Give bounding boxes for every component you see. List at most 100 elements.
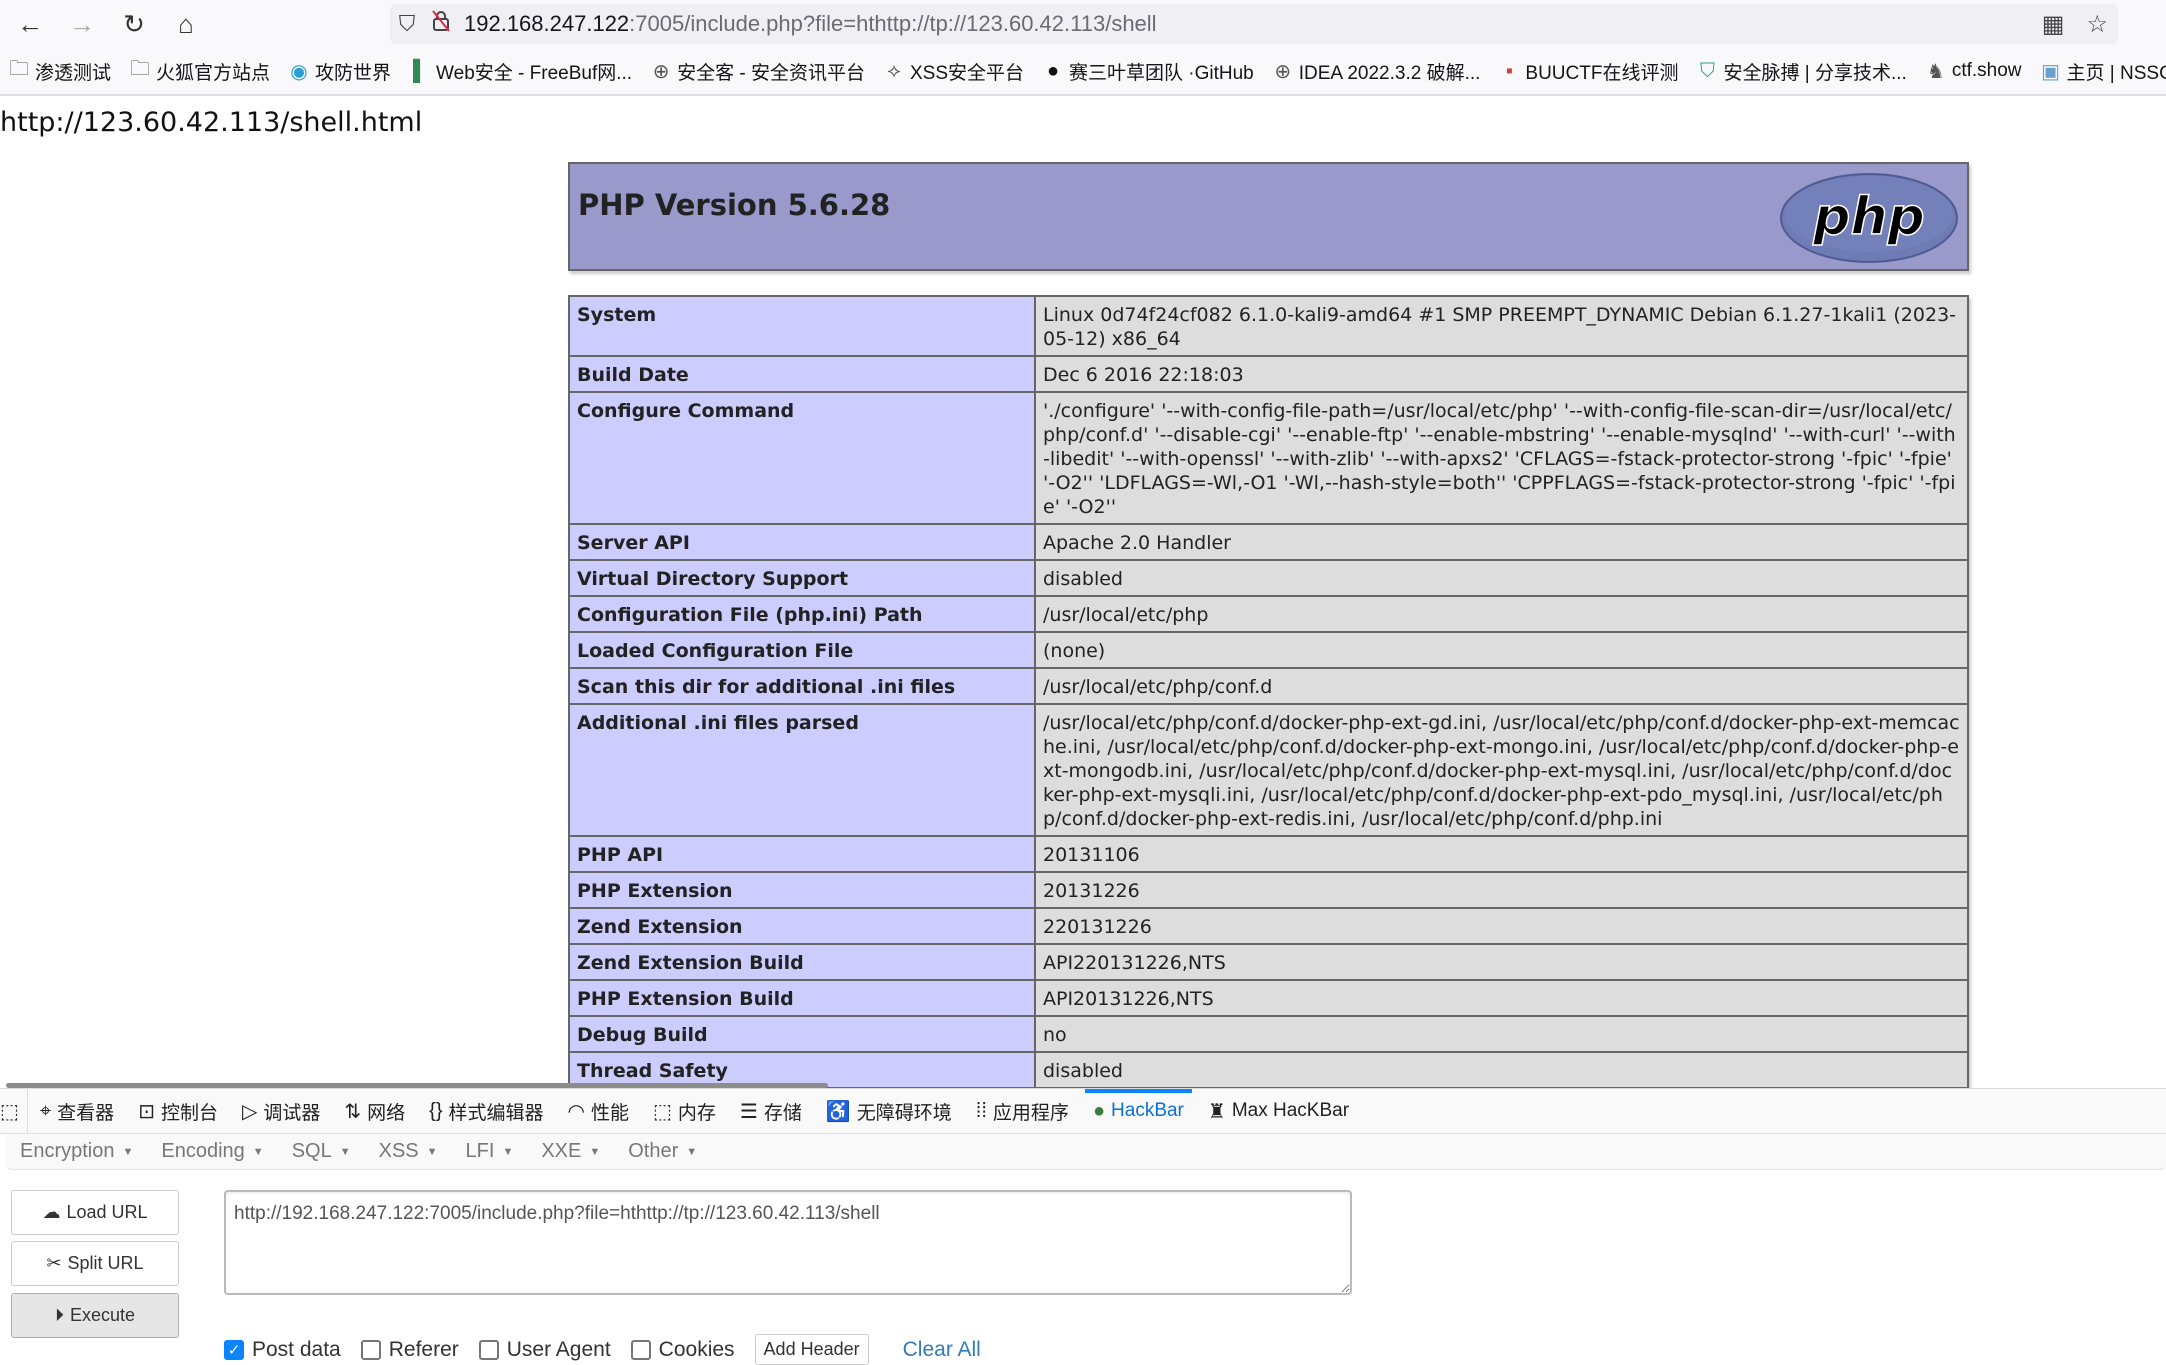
devtools-tab-icon: ♿ bbox=[825, 1100, 851, 1123]
info-row: Scan this dir for additional .ini files /… bbox=[568, 667, 1969, 705]
bookmark-item[interactable]: ⊕ IDEA 2022.3.2 破解... bbox=[1272, 58, 1481, 85]
split-url-label: Split URL bbox=[67, 1253, 144, 1273]
scissors-icon: ✂ bbox=[46, 1253, 62, 1273]
back-arrow-icon: ← bbox=[17, 8, 43, 39]
insecure-lock-icon[interactable] bbox=[424, 9, 458, 39]
checkbox-unchecked-icon[interactable] bbox=[630, 1339, 651, 1360]
devtools-tab[interactable]: ⇅ 网络 bbox=[332, 1089, 417, 1134]
bookmark-star-icon[interactable]: ☆ bbox=[2086, 10, 2108, 39]
devtools-tab[interactable]: ⁞⁞ 应用程序 bbox=[964, 1089, 1081, 1134]
info-row: System Linux 0d74f24cf082 6.1.0-kali9-amd… bbox=[568, 295, 1969, 357]
caret-down-icon: ▼ bbox=[252, 1145, 264, 1158]
devtools-tab[interactable]: ♜ Max HacKBar bbox=[1196, 1089, 1361, 1134]
bookmark-item[interactable]: 🗀 渗透测试 bbox=[8, 54, 111, 88]
option-checkbox[interactable]: Cookies bbox=[630, 1338, 735, 1362]
hackbar-menu-item[interactable]: Encoding ▼ bbox=[161, 1140, 263, 1163]
php-logo-text: php bbox=[1812, 187, 1924, 247]
devtools-tab[interactable]: ◠ 性能 bbox=[556, 1089, 641, 1134]
devtools-tab-label: 无障碍环境 bbox=[856, 1102, 952, 1124]
checkbox-unchecked-icon[interactable] bbox=[360, 1339, 381, 1360]
caret-down-icon: ▼ bbox=[426, 1145, 438, 1158]
bookmark-item[interactable]: ♞ ctf.show bbox=[1925, 59, 2022, 84]
bookmark-item[interactable]: ◉ 攻防世界 bbox=[288, 58, 391, 85]
url-text[interactable]: 192.168.247.122:7005/include.php?file=ht… bbox=[464, 11, 1157, 37]
devtools-tab[interactable]: ⌖ 查看器 bbox=[28, 1089, 126, 1134]
phpinfo-table: System Linux 0d74f24cf082 6.1.0-kali9-amd… bbox=[568, 295, 1969, 1088]
element-picker-button[interactable]: ⬚ bbox=[0, 1088, 28, 1134]
option-checkbox[interactable]: User Agent bbox=[478, 1337, 611, 1362]
info-key: System bbox=[568, 295, 1036, 357]
devtools-tab-icon: ▷ bbox=[241, 1100, 258, 1123]
bookmark-label: IDEA 2022.3.2 破解... bbox=[1298, 62, 1481, 84]
info-key: PHP API bbox=[568, 835, 1036, 873]
bookmark-item[interactable]: ▪ BUUCTF在线评测 bbox=[1498, 58, 1679, 85]
bookmark-item[interactable]: ⊕ 安全客 - 安全资讯平台 bbox=[650, 58, 865, 85]
devtools-tab-label: 调试器 bbox=[263, 1102, 321, 1124]
cursor-picker-icon: ⬚ bbox=[0, 1100, 19, 1123]
folder-icon: 🗀 bbox=[9, 58, 29, 80]
devtools-tab[interactable]: ▷ 调试器 bbox=[230, 1089, 332, 1134]
option-checkbox[interactable]: Referer bbox=[360, 1338, 459, 1362]
bookmark-item[interactable]: ● 赛三叶草团队 ·GitHub bbox=[1042, 58, 1254, 85]
hackbar-url-input[interactable] bbox=[224, 1190, 1352, 1295]
caret-down-icon: ▼ bbox=[589, 1145, 601, 1158]
split-url-button[interactable]: ✂ Split URL bbox=[11, 1241, 179, 1286]
folder-icon: 🗀 bbox=[130, 58, 151, 80]
add-header-button[interactable]: Add Header bbox=[754, 1334, 869, 1365]
address-bar[interactable]: ⛉ 192.168.247.122:7005/include.php?file=… bbox=[390, 4, 2118, 44]
bookmark-item[interactable]: ▌ Web安全 - FreeBuf网... bbox=[409, 58, 632, 85]
php-version-title: PHP Version 5.6.28 bbox=[578, 188, 891, 222]
devtools-tab-icon: ⇅ bbox=[344, 1100, 362, 1123]
info-value: 220131226 bbox=[1034, 907, 1969, 945]
cloud-download-icon: ☁ bbox=[42, 1202, 61, 1222]
forward-button[interactable]: → bbox=[60, 2, 104, 46]
home-button[interactable]: ⌂ bbox=[164, 2, 208, 46]
forward-arrow-icon: → bbox=[69, 8, 95, 39]
hackbar-menu-item[interactable]: XXE ▼ bbox=[541, 1140, 600, 1163]
hackbar-menu-item[interactable]: SQL ▼ bbox=[292, 1140, 351, 1163]
option-checkbox[interactable]: ✓ Post data bbox=[224, 1338, 341, 1362]
tracking-shield-icon[interactable]: ⛉ bbox=[390, 11, 424, 37]
back-button[interactable]: ← bbox=[8, 2, 52, 46]
reload-button[interactable]: ↻ bbox=[112, 2, 156, 46]
clear-all-link[interactable]: Clear All bbox=[903, 1338, 981, 1362]
menu-label: Encoding bbox=[161, 1140, 245, 1162]
bookmark-item[interactable]: 🗀 火狐官方站点 bbox=[129, 54, 270, 88]
info-value: './configure' '--with-config-file-path=/… bbox=[1034, 391, 1969, 525]
bookmark-item[interactable]: ⛉ 安全脉搏 | 分享技术... bbox=[1696, 58, 1907, 85]
php-logo-icon[interactable]: php bbox=[1777, 170, 1961, 266]
bookmark-item[interactable]: ⟡ XSS安全平台 bbox=[883, 58, 1024, 85]
info-key: PHP Extension Build bbox=[568, 979, 1036, 1017]
devtools-tab[interactable]: ⬚ 内存 bbox=[641, 1089, 728, 1134]
info-value: /usr/local/etc/php bbox=[1034, 595, 1969, 633]
caret-down-icon: ▼ bbox=[686, 1145, 698, 1158]
info-value: Linux 0d74f24cf082 6.1.0-kali9-amd64 #1 … bbox=[1034, 295, 1969, 357]
hackbar-menu-item[interactable]: XSS ▼ bbox=[379, 1140, 438, 1163]
devtools-tab[interactable]: ● HackBar bbox=[1081, 1088, 1196, 1134]
info-key: Loaded Configuration File bbox=[568, 631, 1036, 669]
devtools-tab[interactable]: {} 样式编辑器 bbox=[417, 1089, 555, 1134]
devtools-tabs: ⬚ ⌖ 查看器 ⊡ 控制台 ▷ 调试器 ⇅ 网络{} 样式编辑器 ◠ 性能 ⬚ 内存 ☰ 存储 ♿ 无障碍环境 ⁞… bbox=[0, 1088, 2166, 1134]
reload-icon: ↻ bbox=[123, 8, 145, 39]
info-row: PHP API 20131106 bbox=[568, 835, 1969, 873]
load-url-button[interactable]: ☁ Load URL bbox=[11, 1190, 179, 1235]
hackbar-menu-item[interactable]: Other ▼ bbox=[628, 1140, 697, 1163]
hackbar-menu-item[interactable]: LFI ▼ bbox=[466, 1140, 514, 1163]
qr-code-icon[interactable]: ▦ bbox=[2042, 10, 2065, 39]
globe-icon: ⊕ bbox=[1274, 60, 1292, 83]
devtools-tab[interactable]: ⊡ 控制台 bbox=[126, 1089, 230, 1134]
option-label: User Agent bbox=[506, 1337, 611, 1361]
checkbox-checked-icon[interactable]: ✓ bbox=[224, 1339, 244, 1360]
checkbox-unchecked-icon[interactable] bbox=[478, 1339, 499, 1360]
devtools-tab[interactable]: ☰ 存储 bbox=[728, 1089, 814, 1134]
execute-button[interactable]: ⏵ Execute bbox=[11, 1293, 179, 1338]
devtools-tab-icon: ⁞⁞ bbox=[975, 1099, 987, 1122]
page-content: http://123.60.42.113/shell.html PHP Vers… bbox=[0, 98, 2166, 1088]
info-key: Build Date bbox=[568, 355, 1036, 393]
bookmark-label: ctf.show bbox=[1951, 60, 2022, 81]
info-row: Configuration File (php.ini) Path/usr/lo… bbox=[568, 595, 1969, 633]
devtools-tab[interactable]: ♿ 无障碍环境 bbox=[814, 1089, 964, 1134]
bookmark-item[interactable]: ▣ 主页 | NSSC bbox=[2040, 58, 2166, 85]
info-value: disabled bbox=[1034, 559, 1969, 597]
hackbar-menu-item[interactable]: Encryption ▼ bbox=[20, 1140, 133, 1163]
